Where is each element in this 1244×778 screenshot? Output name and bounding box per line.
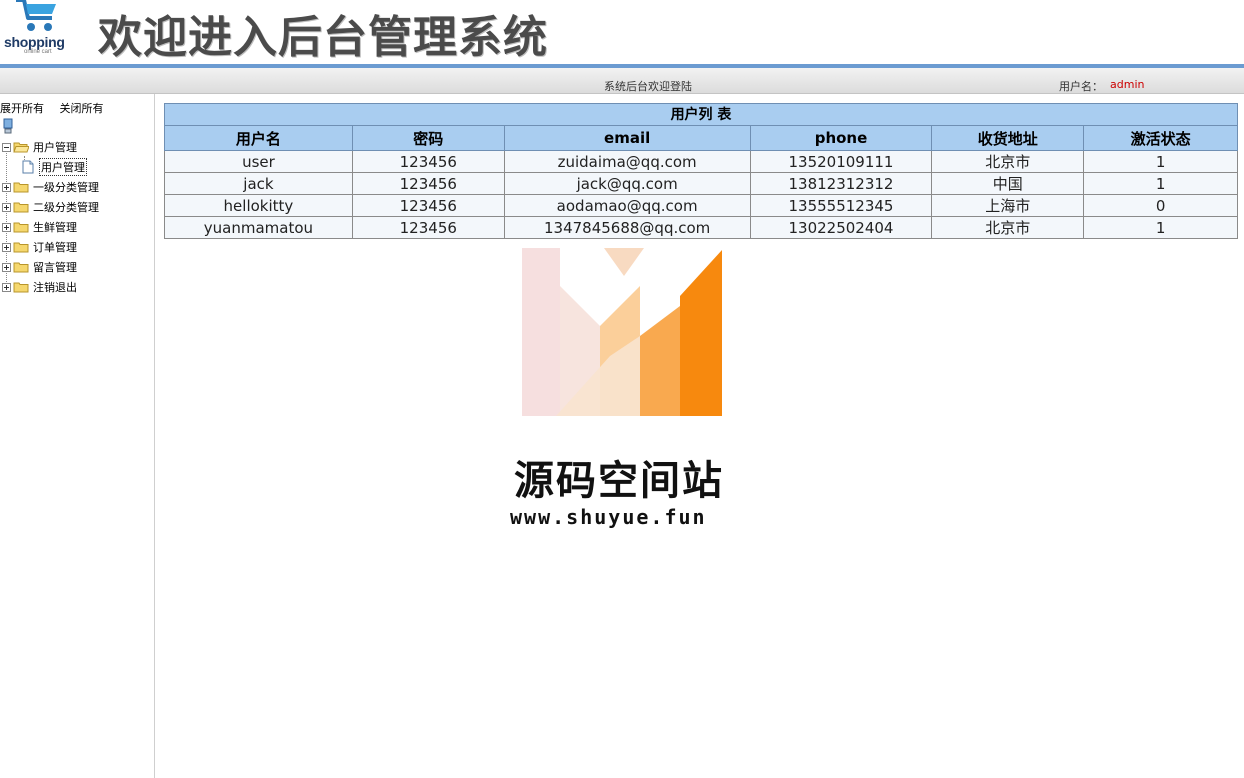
expand-toggle-icon[interactable] (2, 242, 11, 252)
tree-item-label: 留言管理 (33, 261, 77, 274)
folder-icon (13, 242, 29, 253)
table-caption: 用户列 表 (164, 103, 1238, 125)
collapse-toggle-icon[interactable] (2, 142, 11, 152)
cell-phone: 13022502404 (749, 216, 933, 239)
cell-email: zuidaima@qq.com (503, 150, 751, 173)
expand-toggle-icon[interactable] (2, 282, 11, 292)
cell-email: 1347845688@qq.com (503, 216, 751, 239)
main-content: 用户列 表 用户名 密码 email phone 收货地址 激活状态 user … (164, 103, 1238, 239)
cell-status: 1 (1083, 216, 1238, 239)
tree-item-label: 用户管理 (33, 141, 77, 154)
table-header-row: 用户名 密码 email phone 收货地址 激活状态 (164, 125, 1238, 151)
computer-icon (3, 118, 13, 134)
column-header-address: 收货地址 (931, 125, 1085, 151)
tree-item-label: 订单管理 (33, 241, 77, 254)
tree-item-category-level2[interactable]: 二级分类管理 (0, 198, 99, 216)
username-label: 用户名： (1059, 80, 1103, 93)
cell-username: yuanmamatou (164, 216, 353, 239)
cell-status: 1 (1083, 172, 1238, 195)
tree-item-fresh-management[interactable]: 生鲜管理 (0, 218, 77, 236)
expand-toggle-icon[interactable] (2, 202, 11, 212)
expand-all-link[interactable]: 展开所有 (0, 102, 44, 115)
collapse-all-link[interactable]: 关闭所有 (60, 102, 104, 115)
tree-item-label: 注销退出 (33, 281, 77, 294)
tree-item-label: 二级分类管理 (33, 201, 99, 214)
table-row: user 123456 zuidaima@qq.com 13520109111 … (164, 150, 1238, 173)
tree-item-label: 一级分类管理 (33, 181, 99, 194)
folder-icon (13, 282, 29, 293)
expand-toggle-icon[interactable] (2, 182, 11, 192)
column-header-username: 用户名 (164, 125, 353, 151)
cell-username: jack (164, 172, 353, 195)
tree-item-logout[interactable]: 注销退出 (0, 278, 77, 296)
table-row: hellokitty 123456 aodamao@qq.com 1355551… (164, 194, 1238, 217)
cell-username: user (164, 150, 353, 173)
cell-phone: 13555512345 (749, 194, 933, 217)
shopping-cart-icon (16, 0, 56, 31)
document-icon (22, 160, 34, 174)
tree-item-label: 生鲜管理 (33, 221, 77, 234)
cell-password: 123456 (351, 150, 505, 173)
column-header-phone: phone (749, 125, 933, 151)
watermark-title: 源码空间站 (514, 458, 724, 504)
cell-phone: 13520109111 (749, 150, 933, 173)
logo-subtitle: online cart (24, 49, 52, 55)
column-header-status: 激活状态 (1083, 125, 1238, 151)
cell-address: 北京市 (931, 216, 1085, 239)
tree-item-user-management[interactable]: 用户管理 (0, 138, 77, 156)
top-bar: 系统后台欢迎登陆 用户名： admin (0, 64, 1244, 94)
folder-open-icon (13, 142, 29, 153)
tree-item-category-level1[interactable]: 一级分类管理 (0, 178, 99, 196)
cell-email: aodamao@qq.com (503, 194, 751, 217)
folder-icon (13, 222, 29, 233)
cell-status: 1 (1083, 150, 1238, 173)
username-value: admin (1110, 78, 1145, 91)
tree-subitem-user-management[interactable]: 用户管理 (22, 158, 87, 176)
column-header-password: 密码 (351, 125, 505, 151)
folder-icon (13, 202, 29, 213)
cell-phone: 13812312312 (749, 172, 933, 195)
expand-toggle-icon[interactable] (2, 222, 11, 232)
welcome-text: 系统后台欢迎登陆 (604, 80, 692, 93)
cell-address: 上海市 (931, 194, 1085, 217)
tree-toggle-links: 展开所有 关闭所有 (0, 100, 104, 116)
cell-address: 中国 (931, 172, 1085, 195)
header: shopping online cart 欢迎进入后台管理系统 (0, 0, 1244, 64)
table-row: jack 123456 jack@qq.com 13812312312 中国 1 (164, 172, 1238, 195)
tree-item-message-management[interactable]: 留言管理 (0, 258, 77, 276)
column-header-email: email (503, 125, 751, 151)
tree-item-order-management[interactable]: 订单管理 (0, 238, 77, 256)
shopping-logo: shopping online cart (0, 0, 80, 60)
expand-toggle-icon[interactable] (2, 262, 11, 272)
cell-password: 123456 (351, 216, 505, 239)
cell-status: 0 (1083, 194, 1238, 217)
site-title: 欢迎进入后台管理系统 (98, 12, 548, 63)
cell-address: 北京市 (931, 150, 1085, 173)
tree-root (2, 118, 14, 137)
cell-email: jack@qq.com (503, 172, 751, 195)
tree-subitem-label: 用户管理 (39, 158, 87, 176)
watermark-url: www.shuyue.fun (510, 505, 707, 529)
logo-word: shopping (4, 34, 65, 50)
folder-icon (13, 262, 29, 273)
table-row: yuanmamatou 123456 1347845688@qq.com 130… (164, 216, 1238, 239)
cell-password: 123456 (351, 172, 505, 195)
user-list-table: 用户列 表 用户名 密码 email phone 收货地址 激活状态 user … (164, 103, 1238, 239)
cell-username: hellokitty (164, 194, 353, 217)
cell-password: 123456 (351, 194, 505, 217)
folder-icon (13, 182, 29, 193)
sidebar-tree: 展开所有 关闭所有 用户管理 用户管理 一级分类管理 二级分类管理 生鲜管理 订… (0, 94, 155, 778)
